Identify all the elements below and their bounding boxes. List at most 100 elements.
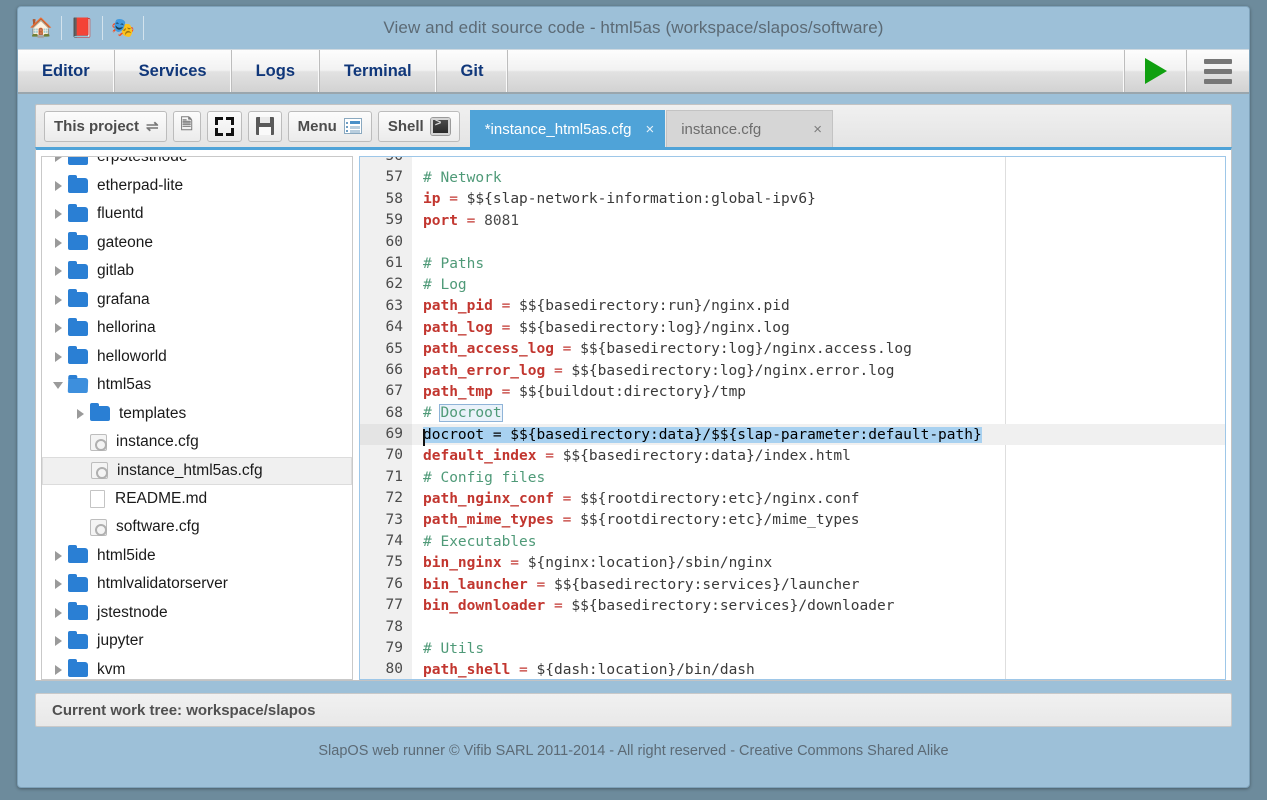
tree-toggle[interactable] (48, 180, 68, 191)
code-line[interactable]: 57 # Network (360, 167, 1225, 189)
fullscreen-button[interactable] (206, 110, 242, 142)
code-token: /nginx.error.log (754, 362, 895, 379)
code-line[interactable]: 71 # Config files (360, 466, 1225, 489)
tree-item-jstestnode[interactable]: jstestnode (42, 599, 352, 628)
tree-item-kvm[interactable]: kvm (42, 656, 352, 680)
home-icon[interactable]: 🏠 (26, 13, 56, 43)
code-line[interactable]: 56 (360, 157, 1225, 168)
tree-item-fluentd[interactable]: fluentd (42, 200, 352, 229)
tree-item-label: html5ide (97, 546, 156, 564)
tree-toggle[interactable] (48, 209, 68, 220)
tree-toggle[interactable] (48, 550, 68, 561)
tree-item-gateone[interactable]: gateone (42, 229, 352, 258)
code-line-text: # Docroot (412, 404, 503, 423)
code-token: /mime_types (763, 512, 860, 529)
code-token: = (510, 662, 537, 679)
save-button[interactable] (247, 110, 282, 142)
tree-toggle[interactable] (48, 664, 68, 675)
tree-toggle[interactable] (48, 636, 68, 647)
code-line[interactable]: 75 bin_nginx = ${nginx:location}/sbin/ngi… (360, 552, 1225, 574)
file-tab-instance[interactable]: instance.cfg × (666, 110, 834, 147)
code-line[interactable]: 70 default_index = $${basedirectory:data}… (360, 445, 1225, 467)
nav-item-git[interactable]: Git (437, 50, 509, 92)
code-line[interactable]: 72 path_nginx_conf = $${rootdirectory:etc… (360, 488, 1225, 510)
tree-item-html5ide[interactable]: html5ide (42, 542, 352, 571)
new-document-icon: 🗎 (180, 115, 193, 133)
tree-toggle[interactable] (48, 266, 68, 277)
tree-toggle[interactable] (48, 294, 68, 305)
line-number: 76 (360, 573, 412, 596)
new-document-button[interactable]: 🗎 (172, 110, 201, 142)
code-token: = (492, 383, 520, 400)
code-line-text: docroot = $${basedirectory:data}/$${slap… (412, 426, 982, 446)
code-line[interactable]: 74 # Executables (360, 531, 1225, 553)
book-icon[interactable]: 📕 (67, 13, 97, 43)
nav-item-editor[interactable]: Editor (18, 50, 115, 92)
file-tree[interactable]: erp5testnode etherpad-lite fluentd gateone g… (41, 156, 353, 680)
tree-toggle[interactable] (48, 157, 68, 163)
code-line[interactable]: 64 path_log = $${basedirectory:log}/nginx… (360, 317, 1225, 339)
file-tabs: *instance_html5as.cfg × instance.cfg × (469, 110, 834, 147)
hamburger-menu-button[interactable] (1187, 50, 1249, 92)
nav-item-services[interactable]: Services (115, 50, 232, 92)
code-line[interactable]: 73 path_mime_types = $${rootdirectory:etc… (360, 509, 1225, 532)
tree-item-label: software.cfg (116, 518, 200, 536)
tree-item-htmlvalidatorserver[interactable]: htmlvalidatorserver (42, 570, 352, 599)
code-line[interactable]: 62 # Log (360, 274, 1225, 296)
code-line[interactable]: 69 docroot = $${basedirectory:data}/$${sl… (360, 424, 1225, 446)
code-line[interactable]: 77 bin_downloader = $${basedirectory:serv… (360, 595, 1225, 617)
divider (102, 16, 103, 40)
mask-icon[interactable]: 🎭 (108, 13, 138, 43)
shell-label: Shell (387, 117, 424, 135)
tree-item-helloworld[interactable]: helloworld (42, 343, 352, 372)
terminal-icon (430, 117, 450, 135)
code-line[interactable]: 60 (360, 231, 1225, 253)
tree-item-erp5testnode[interactable]: erp5testnode (42, 157, 352, 172)
code-line[interactable]: 67 path_tmp = $${buildout:directory}/tmp (360, 381, 1225, 403)
close-icon[interactable]: × (813, 121, 822, 138)
tree-toggle[interactable] (70, 408, 90, 419)
nav-item-terminal[interactable]: Terminal (320, 50, 437, 92)
line-number: 64 (360, 317, 412, 339)
tree-item-html5as[interactable]: html5as (42, 371, 352, 400)
tree-item-grafana[interactable]: grafana (42, 286, 352, 315)
code-line[interactable]: 68 # Docroot (360, 402, 1225, 425)
close-icon[interactable]: × (645, 121, 654, 138)
tree-item-gitlab[interactable]: gitlab (42, 257, 352, 286)
code-line[interactable]: 58 ip = $${slap-network-information:globa… (360, 188, 1225, 211)
code-line[interactable]: 76 bin_launcher = $${basedirectory:servic… (360, 573, 1225, 596)
code-line[interactable]: 61 # Paths (360, 252, 1225, 275)
tree-item-etherpad-lite[interactable]: etherpad-lite (42, 172, 352, 201)
tree-toggle[interactable] (48, 381, 68, 389)
code-line[interactable]: 66 path_error_log = $${basedirectory:log}… (360, 359, 1225, 382)
code-line[interactable]: 79 # Utils (360, 637, 1225, 660)
tree-toggle[interactable] (48, 579, 68, 590)
shell-button[interactable]: Shell (377, 110, 460, 142)
tree-item-instance-html5as-cfg[interactable]: instance_html5as.cfg (42, 456, 352, 485)
this-project-button[interactable]: This project ⇌ (44, 110, 167, 142)
list-menu-icon (343, 118, 362, 134)
tree-toggle[interactable] (48, 237, 68, 248)
code-line[interactable]: 65 path_access_log = $${basedirectory:log… (360, 338, 1225, 360)
folder-icon (68, 232, 88, 251)
tree-toggle[interactable] (48, 351, 68, 362)
line-number: 74 (360, 531, 412, 553)
code-line[interactable]: 80 path_shell = ${dash:location}/bin/dash (360, 659, 1225, 679)
code-line[interactable]: 78 (360, 616, 1225, 638)
menu-button[interactable]: Menu (287, 110, 372, 142)
tree-item-readme-md[interactable]: README.md (42, 485, 352, 514)
tree-item-software-cfg[interactable]: software.cfg (42, 513, 352, 542)
tree-item-jupyter[interactable]: jupyter (42, 627, 352, 656)
tree-toggle[interactable] (48, 323, 68, 334)
tree-item-templates[interactable]: templates (42, 400, 352, 429)
run-button[interactable] (1125, 50, 1187, 92)
tree-item-hellorina[interactable]: hellorina (42, 314, 352, 343)
file-tab-instance-html5as[interactable]: *instance_html5as.cfg × (469, 110, 666, 147)
code-line[interactable]: 63 path_pid = $${basedirectory:run}/nginx… (360, 295, 1225, 318)
tree-toggle[interactable] (48, 607, 68, 618)
tree-item-instance-cfg[interactable]: instance.cfg (42, 428, 352, 457)
nav-item-logs[interactable]: Logs (232, 50, 320, 92)
code-editor[interactable]: 56 57 # Network 58 ip = $${slap-network-info… (359, 156, 1226, 680)
code-line[interactable]: 59 port = 8081 (360, 210, 1225, 232)
divider (143, 16, 144, 40)
